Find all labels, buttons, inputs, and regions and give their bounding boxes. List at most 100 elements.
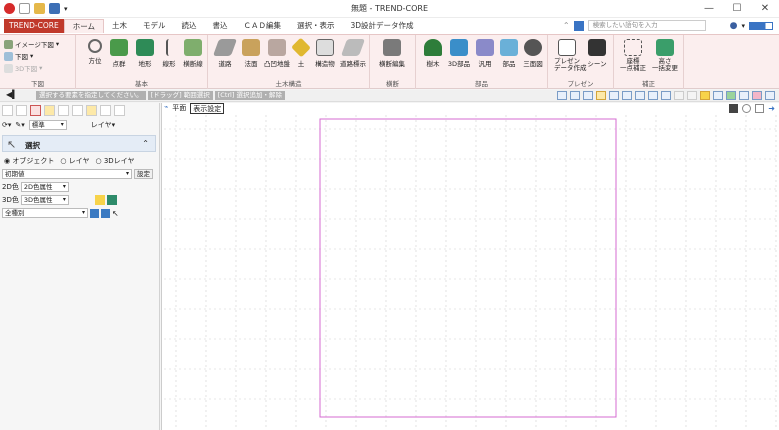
selection-title: 選択 (25, 141, 40, 150)
cursor-icon[interactable] (739, 91, 749, 100)
settings-button[interactable]: 設定 (134, 169, 153, 179)
cross-line-button[interactable]: 横断線 (180, 39, 206, 68)
tab-cad-edit[interactable]: ＣＡＤ編集 (236, 19, 290, 33)
view-next-icon[interactable]: ➜ (768, 104, 775, 113)
minimize-button[interactable]: — (695, 0, 723, 17)
filter-icon[interactable] (622, 91, 632, 100)
pan-icon[interactable] (16, 105, 27, 116)
help-icon[interactable]: ● (730, 21, 738, 31)
help-dropdown-icon[interactable]: ▾ (741, 22, 745, 30)
height-change-button[interactable]: 高さ 一括変更 (652, 39, 678, 72)
area-select-icon[interactable] (44, 105, 55, 116)
collapse-ribbon-icon[interactable]: ⌃ (563, 21, 570, 30)
height-icon (656, 39, 674, 56)
pen-icon[interactable] (58, 105, 69, 116)
maximize-button[interactable]: ☐ (723, 0, 751, 17)
grid-area[interactable] (164, 115, 778, 428)
view-rotate-icon[interactable] (742, 104, 752, 113)
rotate-icon[interactable]: ⟳▾ (2, 121, 11, 129)
style-dropdown[interactable]: 標準 (28, 120, 67, 130)
pencil-icon[interactable]: ✎▾ (15, 121, 24, 129)
tab-import[interactable]: 読込 (174, 19, 205, 33)
move-icon[interactable] (752, 91, 762, 100)
underlay-button[interactable]: 下図 ▾ (4, 51, 33, 61)
view-fit-icon[interactable] (755, 104, 765, 113)
snap-icon[interactable] (713, 91, 723, 100)
arrow-right-icon[interactable] (100, 105, 111, 116)
color3d-dropdown[interactable]: 3D色属性 (20, 195, 69, 205)
color-icon[interactable] (726, 91, 736, 100)
tab-file[interactable]: TREND-CORE (4, 19, 64, 33)
bulb-toggle-icon[interactable] (94, 195, 105, 205)
alignment-button[interactable]: 線形 (156, 39, 182, 68)
selection-header[interactable]: ↖ 選択 ⌃ (2, 135, 156, 152)
tab-model[interactable]: モデル (135, 19, 174, 33)
select-range-icon[interactable] (609, 91, 619, 100)
axis-icon[interactable] (765, 91, 775, 100)
redo-icon[interactable] (687, 91, 697, 100)
presentation-data-button[interactable]: プレゼン データ作成 (554, 39, 587, 72)
coordinate-correct-button[interactable]: 座標 一点補正 (620, 39, 646, 72)
drawing-frame[interactable] (319, 118, 617, 418)
tab-display-settings[interactable]: 表示設定 (190, 103, 225, 114)
type-dropdown[interactable]: 全種別 (2, 208, 88, 218)
color-box-icon[interactable] (106, 195, 117, 205)
layout-single-icon[interactable] (557, 91, 567, 100)
lightbulb-icon[interactable] (700, 91, 710, 100)
structure-button[interactable]: 構造物 (312, 39, 338, 68)
panel-toggle-icon[interactable]: ◀▍ (6, 90, 18, 99)
layout-split-icon[interactable] (570, 91, 580, 100)
save-view-icon[interactable] (729, 104, 739, 113)
search-input[interactable]: 検索したい語句を入力 (587, 20, 706, 31)
3d-parts-button[interactable]: 3D部品 (446, 39, 472, 68)
drawing-canvas[interactable]: ⌁ 平面 表示設定 ➜ (161, 103, 779, 430)
undo-icon[interactable] (674, 91, 684, 100)
layout-horizontal-icon[interactable] (583, 91, 593, 100)
radio-layer[interactable]: ○ レイヤ (60, 156, 89, 166)
point-cloud-button[interactable]: 点群 (106, 39, 132, 68)
3d-underlay-button[interactable]: 3D下図 ▾ (4, 63, 42, 73)
soil-button[interactable]: 土 (288, 37, 314, 68)
group-correction: 座標 一点補正 高さ 一括変更 補正 (614, 35, 684, 89)
plan-view-icon: ⌁ (164, 103, 169, 111)
tab-export[interactable]: 書込 (205, 19, 236, 33)
type-filter2-icon[interactable] (101, 208, 110, 218)
cross-edit-button[interactable]: 横断編集 (379, 39, 405, 68)
select-mode-icon[interactable] (596, 91, 606, 100)
measure-icon[interactable] (661, 91, 671, 100)
road-marking-button[interactable]: 道路標示 (340, 39, 366, 68)
terrain-button[interactable]: 地形 (132, 39, 158, 68)
scene-button[interactable]: シーン (584, 39, 610, 68)
tab-home[interactable]: ホーム (63, 19, 104, 33)
collapse-chevron-icon[interactable]: ⌃ (142, 139, 149, 148)
line-icon[interactable] (72, 105, 83, 116)
sort-icon[interactable] (114, 105, 125, 116)
select-cursor-icon[interactable] (2, 105, 13, 116)
three-view-button[interactable]: 三面図 (520, 39, 546, 68)
tree-button[interactable]: 樹木 (420, 39, 446, 68)
tab-select-view[interactable]: 選択・表示 (289, 19, 343, 33)
slope-button[interactable]: 法面 (238, 39, 264, 68)
tab-civil[interactable]: 土木 (104, 19, 135, 33)
type-filter-icon[interactable] (90, 208, 99, 218)
cancel-select-icon[interactable] (30, 105, 41, 116)
layer-icon[interactable] (648, 91, 658, 100)
uneven-ground-button[interactable]: 凸凹地盤 (264, 39, 290, 68)
radio-3d-layer[interactable]: ○ 3Dレイヤ (95, 156, 134, 166)
radio-object[interactable]: ◉ オブジェクト (4, 156, 54, 166)
close-button[interactable]: ✕ (751, 0, 779, 17)
tab-plan[interactable]: 平面 (170, 103, 188, 114)
direction-button[interactable]: 方位 (82, 39, 108, 65)
road-button[interactable]: 道路 (212, 39, 238, 68)
pointer-icon[interactable]: ↖ (112, 209, 119, 218)
parts-button[interactable]: 部品 (496, 39, 522, 68)
grid-select-icon[interactable] (86, 105, 97, 116)
color2d-dropdown[interactable]: 2D色属性 (20, 182, 69, 192)
image-underlay-button[interactable]: イメージ下図 ▾ (4, 39, 59, 49)
tab-3d-design[interactable]: 3D設計データ作成 (343, 19, 422, 33)
grid-toggle-icon[interactable] (635, 91, 645, 100)
layer-button[interactable]: レイヤ▾ (91, 120, 115, 130)
initial-dropdown[interactable]: 初期値 (2, 169, 132, 179)
alignment-icon (166, 39, 172, 56)
generic-button[interactable]: 汎用 (472, 39, 498, 68)
